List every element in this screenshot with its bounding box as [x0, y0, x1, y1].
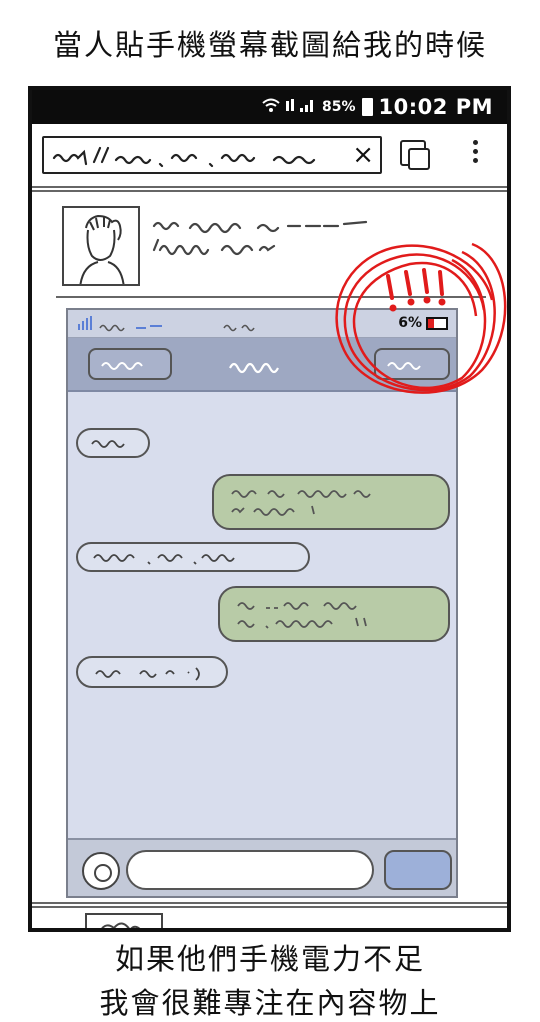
avatar	[62, 206, 140, 286]
divider	[32, 906, 507, 908]
clear-url-button[interactable]: ×	[352, 140, 374, 170]
url-bar[interactable]: ×	[42, 136, 382, 174]
status-bar: 85% 10:02 PM	[32, 90, 507, 124]
battery-percent: 85%	[322, 99, 356, 115]
phone-frame: 85% 10:02 PM × 6%	[28, 86, 511, 932]
next-post-avatar	[85, 913, 163, 928]
menu-dots-icon[interactable]	[468, 136, 482, 176]
bottom-caption-line1: 如果他們手機電力不足	[114, 942, 425, 976]
screenshot-composer	[68, 838, 456, 896]
screenshot-message-input	[126, 850, 374, 890]
outgoing-message	[218, 586, 450, 642]
screenshot-send-button	[384, 850, 452, 890]
signal-icon	[286, 97, 316, 117]
red-annotation-circle	[335, 242, 507, 394]
bottom-caption-line2: 我會很難專注在內容物上	[99, 986, 441, 1020]
tabs-icon[interactable]	[400, 140, 430, 170]
battery-icon	[361, 98, 373, 116]
incoming-message	[76, 656, 228, 688]
camera-icon	[82, 852, 120, 890]
top-caption: 當人貼手機螢幕截圖給我的時候	[52, 28, 487, 62]
clock: 10:02 PM	[378, 95, 493, 119]
url-scribble	[52, 146, 316, 168]
incoming-message	[76, 542, 310, 572]
divider	[32, 190, 507, 192]
outgoing-message	[212, 474, 450, 530]
incoming-message	[76, 428, 150, 458]
screenshot-title	[229, 362, 279, 374]
divider	[32, 902, 507, 904]
divider	[32, 186, 507, 188]
wifi-icon	[262, 97, 280, 117]
screenshot-back-button	[88, 348, 172, 380]
